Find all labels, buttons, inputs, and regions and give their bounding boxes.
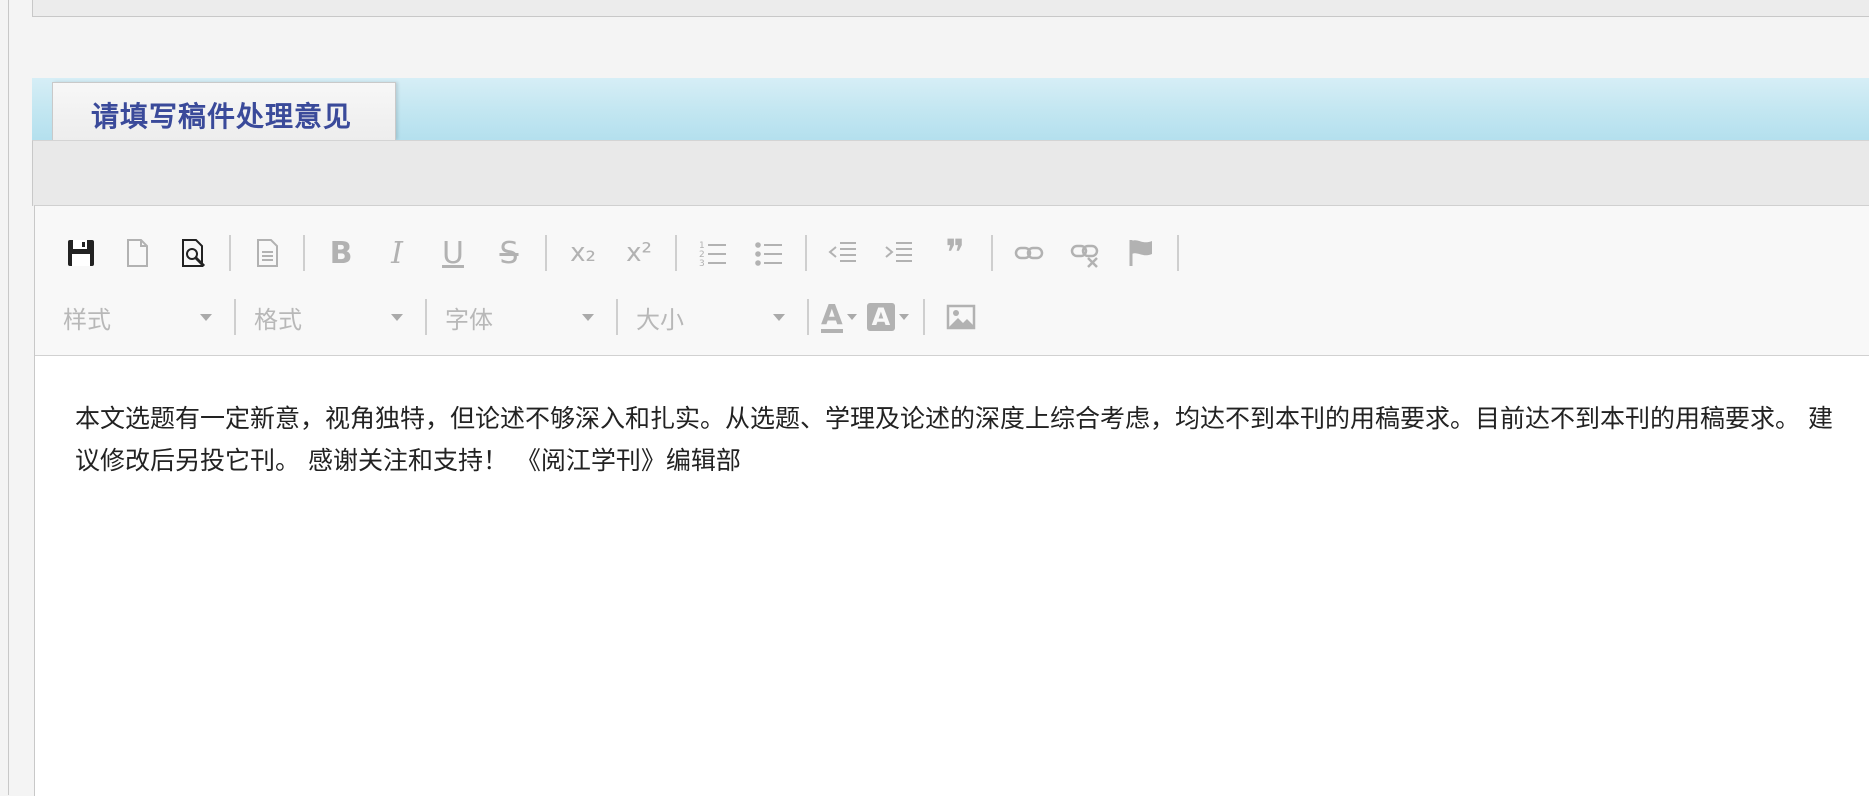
save-button[interactable] xyxy=(57,229,105,277)
subscript-icon: x₂ xyxy=(570,238,596,268)
superscript-button[interactable]: x² xyxy=(615,229,663,277)
text-color-icon: A xyxy=(821,298,843,333)
link-button[interactable] xyxy=(1005,229,1053,277)
toolbar-separator xyxy=(229,235,231,271)
numbered-list-button[interactable]: 1 2 3 xyxy=(689,229,737,277)
outdent-icon xyxy=(828,242,856,262)
blockquote-icon: ❞ xyxy=(945,232,965,274)
chevron-down-icon xyxy=(582,314,594,321)
bold-icon: B xyxy=(329,235,353,271)
rich-text-editor[interactable]: B I U S x₂ x² 1 2 3 ❞ 样式 格式 字体 大小 A A 本文… xyxy=(34,205,1869,796)
section-title: 请填写稿件处理意见 xyxy=(91,100,353,133)
chevron-down-icon xyxy=(846,314,857,320)
toolbar-separator xyxy=(675,235,677,271)
toolbar-separator xyxy=(923,299,926,335)
section-header-bar: 请填写稿件处理意见 xyxy=(32,78,1869,140)
indent-button[interactable] xyxy=(875,229,923,277)
italic-icon: I xyxy=(391,235,403,271)
save-icon xyxy=(68,240,94,266)
subscript-button[interactable]: x₂ xyxy=(559,229,607,277)
size-dropdown[interactable]: 大小 xyxy=(630,294,795,340)
insert-image-button[interactable] xyxy=(937,293,985,341)
unlink-button[interactable] xyxy=(1061,229,1109,277)
numbered-list-icon: 1 2 3 xyxy=(699,241,726,269)
image-icon xyxy=(947,304,976,330)
new-page-icon xyxy=(127,239,148,267)
style-dropdown-label: 样式 xyxy=(63,305,111,334)
format-dropdown-label: 格式 xyxy=(254,305,302,334)
bold-button[interactable]: B xyxy=(317,229,365,277)
outdent-button[interactable] xyxy=(819,229,867,277)
preview-button[interactable] xyxy=(169,229,217,277)
toolbar-separator xyxy=(807,299,809,335)
chevron-down-icon xyxy=(200,314,212,321)
underline-icon: U xyxy=(442,235,464,271)
toolbar-separator xyxy=(425,299,427,335)
editor-toolbar: B I U S x₂ x² 1 2 3 ❞ 样式 格式 字体 大小 A A xyxy=(35,206,1869,356)
preview-icon xyxy=(182,239,206,268)
toolbar-separator xyxy=(303,235,305,271)
toolbar-row-1: B I U S x₂ x² 1 2 3 ❞ xyxy=(57,228,1191,278)
top-panel xyxy=(32,0,1869,17)
background-color-button[interactable]: A xyxy=(866,294,910,340)
chevron-down-icon xyxy=(391,314,403,321)
background-color-icon: A xyxy=(866,303,896,331)
templates-icon xyxy=(257,239,278,267)
outer-left-border xyxy=(8,0,9,795)
font-dropdown-label: 字体 xyxy=(445,305,493,334)
format-dropdown[interactable]: 格式 xyxy=(248,294,413,340)
bulleted-list-button[interactable] xyxy=(745,229,793,277)
superscript-icon: x² xyxy=(626,238,652,268)
strikethrough-button[interactable]: S xyxy=(485,229,533,277)
editor-top-band xyxy=(32,140,1869,206)
toolbar-separator xyxy=(545,235,547,271)
italic-button[interactable]: I xyxy=(373,229,421,277)
toolbar-separator xyxy=(991,235,993,271)
style-dropdown[interactable]: 样式 xyxy=(57,294,222,340)
toolbar-separator xyxy=(616,299,618,335)
new-page-button[interactable] xyxy=(113,229,161,277)
size-dropdown-label: 大小 xyxy=(636,305,684,334)
chevron-down-icon xyxy=(899,314,910,320)
chevron-down-icon xyxy=(773,314,785,321)
indent-icon xyxy=(885,242,912,262)
bulleted-list-icon xyxy=(755,242,782,266)
svg-text:3: 3 xyxy=(699,259,705,269)
anchor-button[interactable] xyxy=(1117,229,1165,277)
editor-content[interactable]: 本文选题有一定新意，视角独特，但论述不够深入和扎实。从选题、学理及论述的深度上综… xyxy=(75,398,1845,482)
blockquote-button[interactable]: ❞ xyxy=(931,229,979,277)
unlink-icon xyxy=(1070,244,1099,268)
font-dropdown[interactable]: 字体 xyxy=(439,294,604,340)
anchor-flag-icon xyxy=(1129,240,1152,266)
toolbar-separator xyxy=(1177,235,1179,271)
link-icon xyxy=(1014,246,1044,260)
toolbar-separator xyxy=(234,299,236,335)
strikethrough-icon: S xyxy=(499,235,519,271)
text-color-button[interactable]: A xyxy=(821,294,857,340)
toolbar-row-2: 样式 格式 字体 大小 A A xyxy=(57,292,993,342)
section-tab[interactable]: 请填写稿件处理意见 xyxy=(52,82,396,140)
toolbar-separator xyxy=(805,235,807,271)
templates-button[interactable] xyxy=(243,229,291,277)
underline-button[interactable]: U xyxy=(429,229,477,277)
